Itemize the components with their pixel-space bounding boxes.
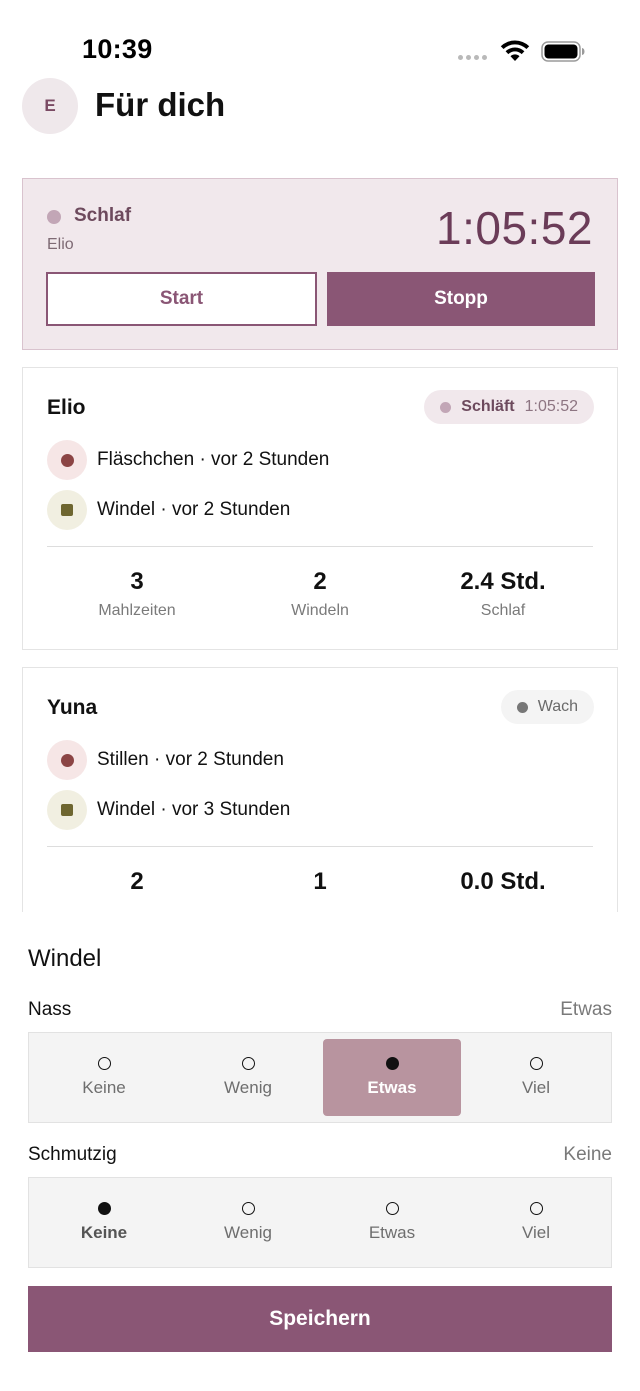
stat-meals: 3 Mahlzeiten: [47, 568, 227, 620]
status-bar: 10:39: [0, 0, 640, 80]
option-label: Keine: [80, 1223, 128, 1242]
stat-value: 0.0 Std.: [460, 868, 546, 895]
status-time: 10:39: [82, 34, 153, 64]
stat-label: Windeln: [291, 602, 349, 619]
avatar[interactable]: E: [22, 78, 78, 134]
wet-value: Etwas: [560, 999, 612, 1020]
list-item: Windel · vor 3 Stunden: [47, 790, 290, 830]
wet-segmented-control: Keine Wenig Etwas Viel: [28, 1032, 612, 1123]
diaper-icon: [47, 490, 87, 530]
radio-selected-icon: [385, 1057, 399, 1070]
stat-value: 1: [313, 868, 327, 895]
stat-label: Mahlzeiten: [98, 602, 176, 619]
stat-value: 2: [130, 868, 144, 895]
event-text: Stillen · vor 2 Stunden: [97, 749, 284, 770]
sleep-indicator-dot: [47, 210, 61, 224]
dirty-option-little[interactable]: Wenig: [179, 1184, 317, 1261]
radio-icon: [241, 1202, 255, 1215]
wet-option-some[interactable]: Etwas: [323, 1039, 461, 1116]
page-title: Für dich: [95, 86, 226, 123]
wet-option-much[interactable]: Viel: [467, 1039, 605, 1116]
breastfeeding-icon: [47, 740, 87, 780]
dirty-option-some[interactable]: Etwas: [323, 1184, 461, 1261]
event-text: Fläschchen · vor 2 Stunden: [97, 449, 330, 470]
diaper-sheet: Windel Nass Etwas Keine Wenig Etwas Viel…: [0, 912, 640, 1391]
save-button[interactable]: Speichern: [28, 1286, 612, 1352]
wifi-icon: [500, 40, 530, 61]
list-item: Fläschchen · vor 2 Stunden: [47, 440, 329, 480]
stat-sleep: 0.0 Std.: [413, 868, 593, 896]
option-label: Wenig: [224, 1078, 272, 1097]
cellular-signal-icon: [458, 55, 487, 60]
dirty-label: Schmutzig: [28, 1144, 117, 1165]
child-card-yuna[interactable]: Yuna Wach Stillen · vor 2 Stunden Windel…: [22, 667, 618, 912]
option-label: Etwas: [368, 1223, 416, 1242]
diaper-icon: [47, 790, 87, 830]
stat-meals: 2: [47, 868, 227, 896]
stat-value: 3: [130, 568, 144, 595]
dirty-option-none[interactable]: Keine: [35, 1184, 173, 1261]
radio-icon: [529, 1057, 543, 1070]
active-timer-card: Schlaf Elio 1:05:52 Start Stopp: [22, 178, 618, 350]
radio-icon: [529, 1202, 543, 1215]
event-text: Windel · vor 3 Stunden: [97, 799, 291, 820]
divider: [47, 846, 593, 847]
awake-indicator-dot: [516, 701, 528, 713]
status-badge-time: 1:05:52: [524, 398, 578, 415]
divider: [47, 546, 593, 547]
status-badge-label: Wach: [537, 698, 578, 715]
sheet-title: Windel: [28, 945, 102, 972]
page-header: E Für dich: [0, 78, 640, 134]
stat-value: 2.4 Std.: [460, 568, 546, 595]
radio-icon: [97, 1057, 111, 1070]
option-label: Keine: [82, 1078, 126, 1097]
list-item: Stillen · vor 2 Stunden: [47, 740, 284, 780]
status-badge: Wach: [500, 690, 594, 724]
status-badge-label: Schläft: [461, 398, 515, 415]
wet-option-little[interactable]: Wenig: [179, 1039, 317, 1116]
stop-button[interactable]: Stopp: [327, 272, 595, 326]
status-badge: Schläft 1:05:52: [424, 390, 594, 424]
start-button[interactable]: Start: [46, 272, 317, 326]
child-name: Yuna: [47, 696, 98, 719]
stat-value: 2: [313, 568, 327, 595]
option-label: Viel: [521, 1223, 551, 1242]
sleep-indicator-dot: [440, 401, 452, 413]
battery-icon: [541, 41, 585, 62]
timer-activity-label: Schlaf: [74, 205, 132, 226]
list-item: Windel · vor 2 Stunden: [47, 490, 290, 530]
radio-icon: [385, 1202, 399, 1215]
child-card-elio[interactable]: Elio Schläft 1:05:52 Fläschchen · vor 2 …: [22, 367, 618, 650]
option-label: Viel: [521, 1078, 551, 1097]
dirty-value: Keine: [563, 1144, 612, 1165]
dirty-segmented-control: Keine Wenig Etwas Viel: [28, 1177, 612, 1268]
stat-diapers: 2 Windeln: [230, 568, 410, 620]
event-text: Windel · vor 2 Stunden: [97, 499, 291, 520]
child-name: Elio: [47, 396, 86, 419]
stat-sleep: 2.4 Std. Schlaf: [413, 568, 593, 620]
radio-selected-icon: [97, 1202, 111, 1215]
wet-label: Nass: [28, 999, 72, 1020]
dirty-option-much[interactable]: Viel: [467, 1184, 605, 1261]
option-label: Etwas: [367, 1078, 417, 1097]
timer-elapsed: 1:05:52: [436, 202, 593, 254]
timer-child-name: Elio: [47, 236, 74, 253]
option-label: Wenig: [224, 1223, 272, 1242]
stat-diapers: 1: [230, 868, 410, 896]
bottle-icon: [47, 440, 87, 480]
stat-label: Schlaf: [480, 602, 526, 619]
radio-icon: [241, 1057, 255, 1070]
wet-option-none[interactable]: Keine: [35, 1039, 173, 1116]
